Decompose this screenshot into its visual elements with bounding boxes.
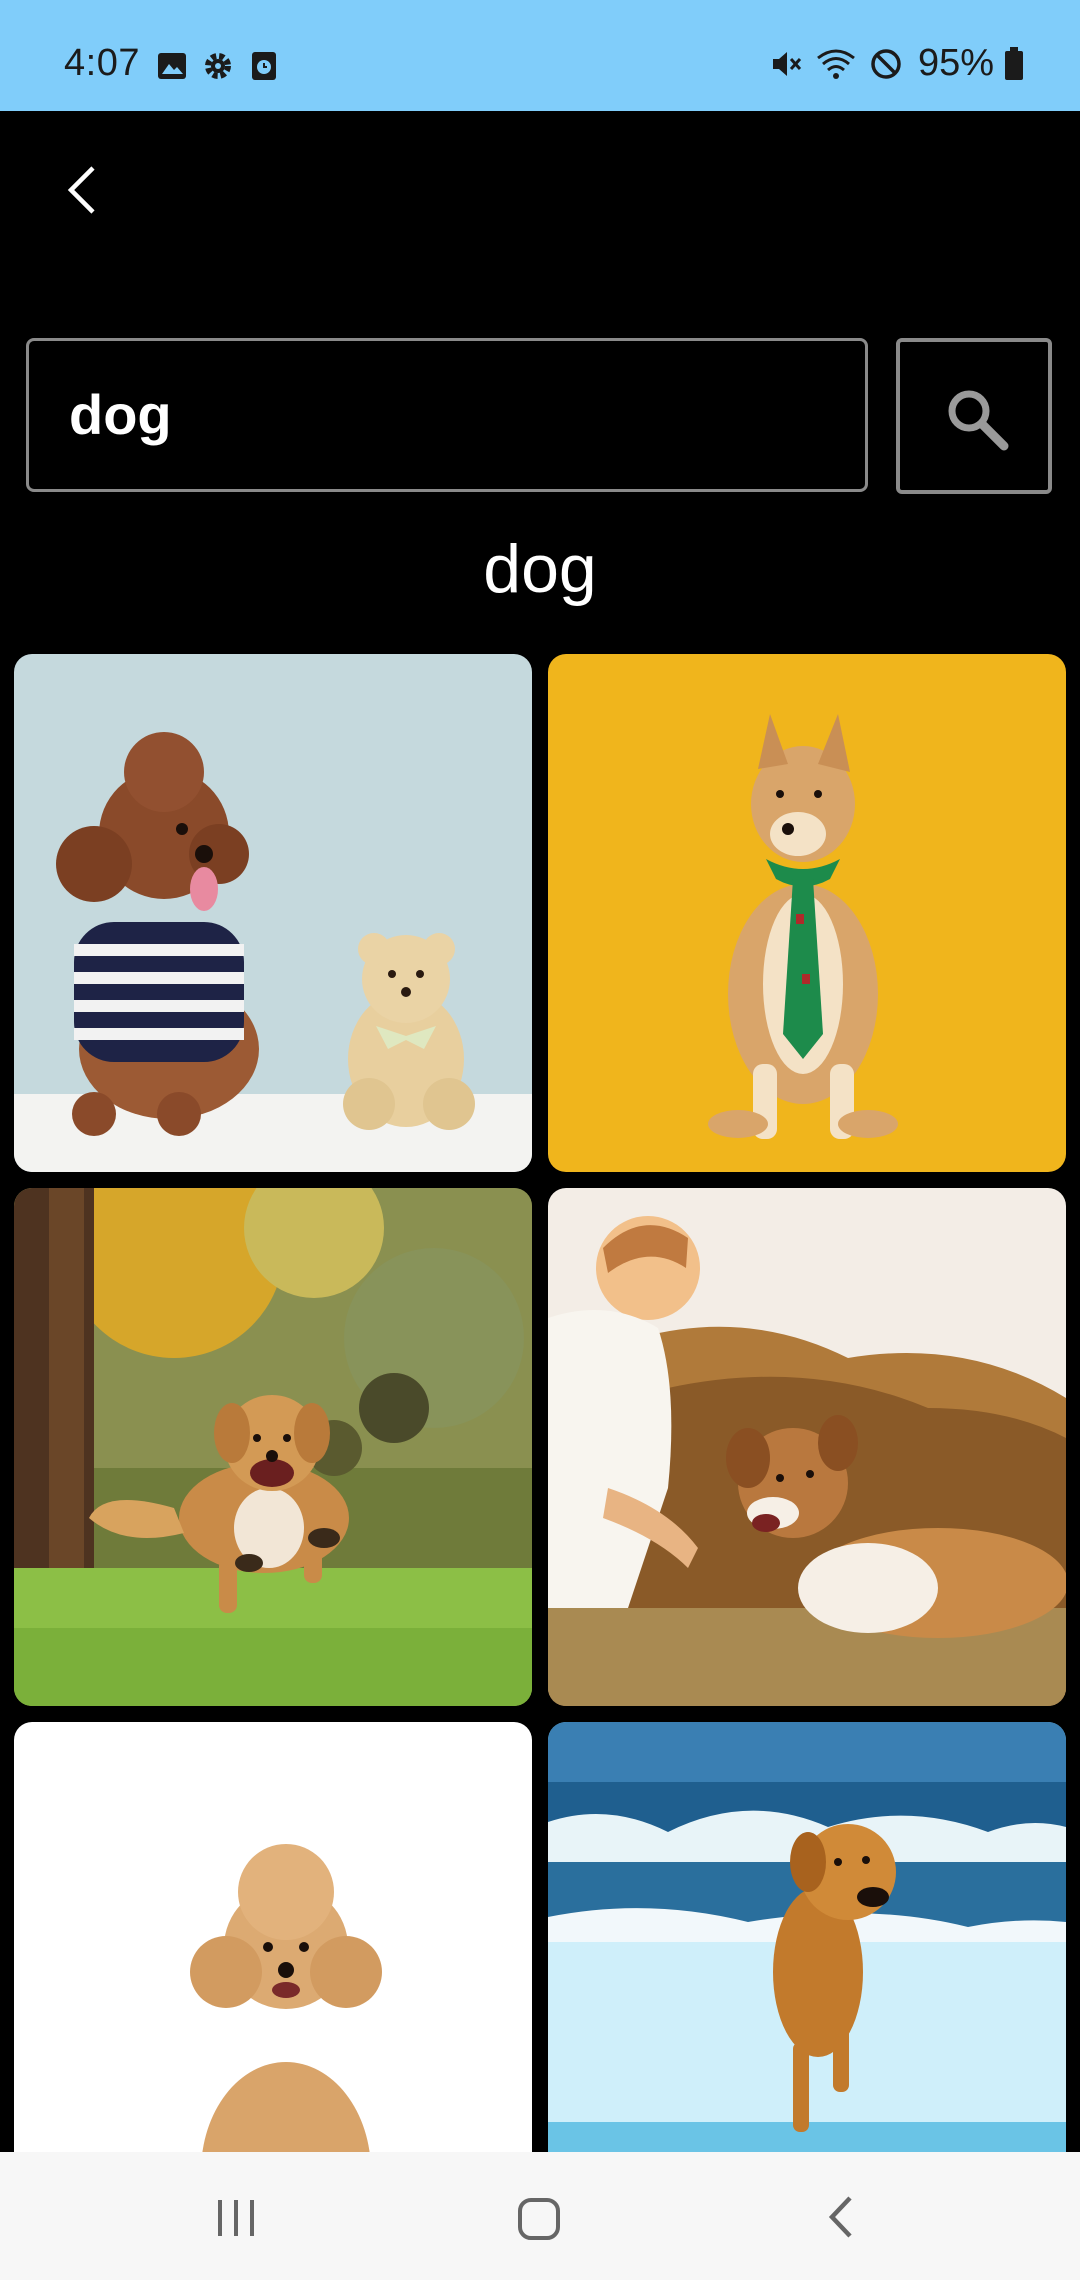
back-icon (828, 2196, 852, 2238)
status-bar: 4:07 95% (0, 0, 1080, 111)
image-result-tile[interactable] (548, 1722, 1066, 2152)
search-input[interactable]: dog (26, 338, 868, 492)
image-result-tile[interactable] (14, 1188, 532, 1706)
result-image (14, 1722, 532, 2152)
status-time: 4:07 (64, 42, 140, 84)
result-image (548, 1722, 1066, 2152)
results-title: dog (483, 531, 597, 607)
do-not-disturb-icon (871, 48, 901, 79)
image-result-tile[interactable] (548, 654, 1066, 1172)
battery-icon (1005, 46, 1023, 80)
chevron-left-icon (67, 166, 95, 214)
app-bar (0, 111, 1080, 261)
home-icon (518, 2198, 560, 2240)
image-result-tile[interactable] (548, 1188, 1066, 1706)
search-button[interactable] (896, 338, 1052, 494)
result-image (14, 1188, 532, 1706)
image-result-tile[interactable] (14, 1722, 532, 2152)
back-button[interactable] (50, 155, 120, 225)
home-button[interactable] (516, 2196, 562, 2247)
system-nav-bar (0, 2152, 1080, 2280)
result-image (14, 654, 532, 1172)
image-icon (158, 53, 186, 79)
mute-icon (772, 51, 802, 76)
image-results-grid (0, 654, 1080, 2152)
gear-icon (205, 53, 231, 79)
result-image (548, 1188, 1066, 1706)
result-image (548, 654, 1066, 1172)
image-result-tile[interactable] (14, 654, 532, 1172)
nav-back-button[interactable] (822, 2194, 862, 2245)
clock-app-icon (252, 52, 276, 80)
recents-button[interactable] (214, 2198, 258, 2243)
battery-percent: 95% (917, 42, 994, 84)
wifi-icon (817, 49, 855, 79)
recents-icon (218, 2200, 254, 2236)
search-icon (948, 390, 1009, 451)
